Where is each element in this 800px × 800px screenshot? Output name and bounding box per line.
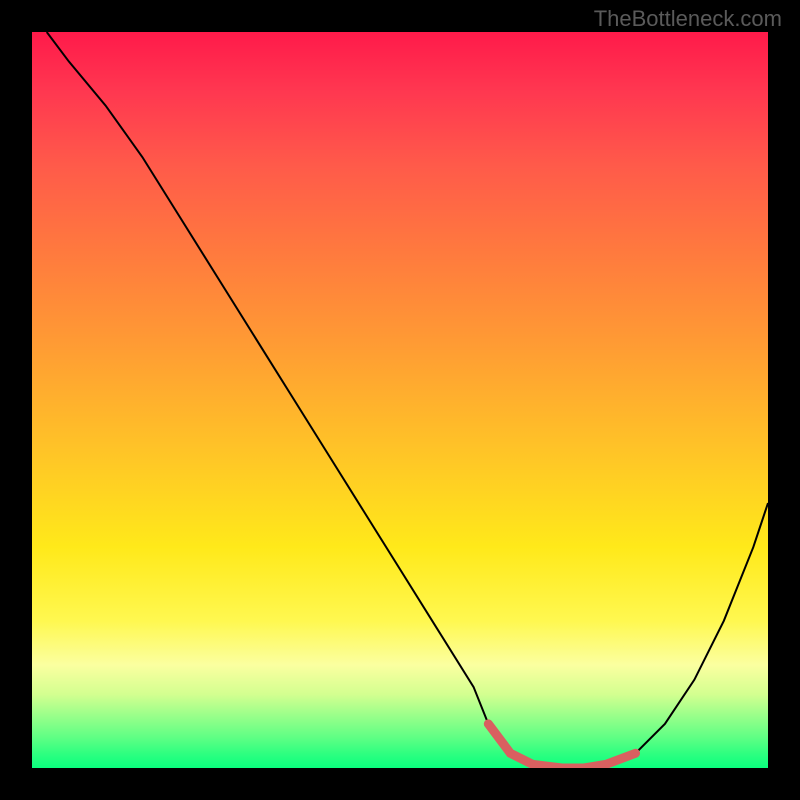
watermark-text: TheBottleneck.com (594, 6, 782, 32)
curve-svg (32, 32, 768, 768)
plot-area (32, 32, 768, 768)
chart-container: TheBottleneck.com (0, 0, 800, 800)
main-curve (47, 32, 768, 768)
optimal-range-curve (488, 724, 635, 768)
